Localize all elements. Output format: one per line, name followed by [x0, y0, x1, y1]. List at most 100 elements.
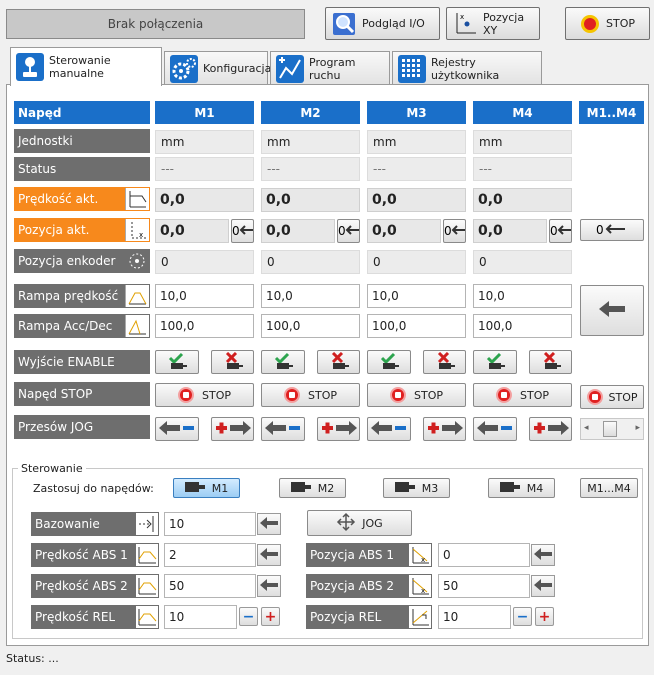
- tab-motion-program[interactable]: Program ruchu: [270, 51, 390, 85]
- rel-speed-input[interactable]: 10: [164, 605, 237, 629]
- zero-m1-button[interactable]: 0: [231, 219, 254, 243]
- jog-plus-m2-button[interactable]: [317, 417, 360, 441]
- xy-position-button[interactable]: x Pozycja XY: [446, 7, 540, 40]
- plus-icon: +: [264, 608, 277, 625]
- drive-select-m2[interactable]: M2: [279, 478, 346, 498]
- encoder-icon: [128, 252, 146, 273]
- apply-ramps-all-button[interactable]: [580, 285, 644, 336]
- rel-pos-plus-button[interactable]: +: [535, 607, 554, 626]
- jog-plus-icon: [532, 419, 570, 440]
- abs-pos2-apply-button[interactable]: [531, 575, 555, 597]
- abs-speed2-input[interactable]: 50: [164, 574, 256, 598]
- disable-x-icon: [328, 351, 350, 373]
- drive-select-m4[interactable]: M4: [488, 478, 555, 498]
- enable-m2-button[interactable]: [261, 350, 305, 374]
- abs-pos1-input[interactable]: 0: [438, 543, 530, 567]
- rel-pos-label: Pozycja REL: [306, 605, 432, 629]
- connection-status: Brak połączenia: [6, 9, 305, 39]
- drive-header: Napęd: [14, 101, 150, 124]
- abs-pos1-apply-button[interactable]: [531, 544, 555, 566]
- stop-m1-button[interactable]: STOP: [155, 383, 254, 407]
- stop-icon: [496, 387, 512, 403]
- disable-m2-button[interactable]: [317, 350, 360, 374]
- units-m3: mm: [367, 130, 466, 154]
- disable-m3-button[interactable]: [423, 350, 466, 374]
- ramp-speed-m4-input[interactable]: 10,0: [473, 284, 572, 308]
- ramp-speed-m2-input[interactable]: 10,0: [261, 284, 360, 308]
- column-header-m1: M1: [155, 101, 254, 124]
- zero-m2-button[interactable]: 0: [337, 219, 360, 243]
- slider-thumb[interactable]: [603, 421, 617, 437]
- stop-m2-button[interactable]: STOP: [261, 383, 360, 407]
- ramp-speed-label: Rampa prędkość: [14, 284, 150, 308]
- rel-speed-plus-button[interactable]: +: [261, 607, 280, 626]
- ramp-speed-m1-input[interactable]: 10,0: [155, 284, 254, 308]
- position-rel-icon: [409, 606, 431, 628]
- disable-m4-button[interactable]: [529, 350, 572, 374]
- stop-m3-button[interactable]: STOP: [367, 383, 466, 407]
- zero-all-button[interactable]: 0: [580, 219, 644, 241]
- status-m2: ---: [261, 157, 360, 181]
- stop-label: STOP: [308, 388, 337, 402]
- rel-speed-label: Prędkość REL: [31, 605, 159, 629]
- enable-m1-button[interactable]: [155, 350, 199, 374]
- homing-input[interactable]: 10: [164, 512, 256, 536]
- drive-select-all[interactable]: M1...M4: [580, 478, 638, 498]
- speed-actual-label: Prędkość akt.: [14, 187, 150, 211]
- ramp-speed-m3-input[interactable]: 10,0: [367, 284, 466, 308]
- abs-pos2-input[interactable]: 50: [438, 574, 530, 598]
- io-preview-button[interactable]: Podgląd I/O: [325, 7, 440, 40]
- zero-m4-button[interactable]: 0: [549, 219, 572, 243]
- rel-speed-label-text: Prędkość REL: [35, 610, 116, 624]
- stop-m4-button[interactable]: STOP: [473, 383, 572, 407]
- jog-all-slider[interactable]: ◂ ▸: [580, 418, 644, 440]
- jog-minus-m2-button[interactable]: [261, 417, 305, 441]
- drive-icon: [184, 481, 207, 496]
- homing-label: Bazowanie: [31, 512, 159, 536]
- ramp-speed-label-text: Rampa prędkość: [18, 289, 119, 303]
- disable-m1-button[interactable]: [211, 350, 254, 374]
- jog-label: Przesów JOG: [14, 415, 150, 439]
- svg-text:0: 0: [596, 223, 604, 236]
- abs-pos2-label-text: Pozycja ABS 2: [310, 579, 394, 593]
- stop-icon: [284, 387, 300, 403]
- jog-minus-m1-button[interactable]: [155, 417, 199, 441]
- tab-configuration[interactable]: Konfiguracja: [164, 51, 271, 85]
- ramp-acc-m3-input[interactable]: 100,0: [367, 314, 466, 338]
- jog-button-label: JOG: [362, 516, 383, 530]
- abs-speed1-apply-button[interactable]: [257, 544, 281, 566]
- abs-speed2-apply-button[interactable]: [257, 575, 281, 597]
- enable-m3-button[interactable]: [367, 350, 411, 374]
- jog-button[interactable]: JOG: [307, 510, 412, 536]
- jog-plus-m3-button[interactable]: [423, 417, 466, 441]
- jog-minus-m3-button[interactable]: [367, 417, 411, 441]
- speed-curve-icon: [136, 544, 158, 566]
- jog-plus-m1-button[interactable]: [211, 417, 254, 441]
- drive-select-m3[interactable]: M3: [383, 478, 450, 498]
- rel-pos-minus-button[interactable]: −: [513, 607, 532, 626]
- ramp-acc-m2-input[interactable]: 100,0: [261, 314, 360, 338]
- jog-minus-m4-button[interactable]: [473, 417, 517, 441]
- abs-speed2-label-text: Prędkość ABS 2: [35, 579, 128, 593]
- rel-speed-minus-button[interactable]: −: [239, 607, 258, 626]
- ramp-acc-m1-input[interactable]: 100,0: [155, 314, 254, 338]
- tab-user-registers[interactable]: Rejestry użytkownika: [392, 51, 542, 85]
- jog-minus-icon: [370, 419, 408, 440]
- homing-label-text: Bazowanie: [35, 517, 100, 531]
- drive-select-m1[interactable]: M1: [173, 478, 240, 498]
- tab-label: Rejestry użytkownika: [431, 55, 500, 82]
- encoder-m3: 0: [367, 250, 466, 274]
- speed-actual-m4: 0,0: [473, 188, 572, 212]
- global-stop-button[interactable]: STOP: [565, 7, 650, 40]
- units-m2: mm: [261, 130, 360, 154]
- rel-pos-input[interactable]: 10: [438, 605, 511, 629]
- homing-apply-button[interactable]: [257, 513, 281, 535]
- jog-plus-m4-button[interactable]: [529, 417, 572, 441]
- stop-all-button[interactable]: STOP: [580, 385, 644, 409]
- tab-manual-control[interactable]: Sterowanie manualne: [10, 47, 162, 86]
- abs-speed1-input[interactable]: 2: [164, 543, 256, 567]
- position-actual-m4: 0,0: [473, 219, 547, 243]
- zero-m3-button[interactable]: 0: [443, 219, 466, 243]
- ramp-acc-m4-input[interactable]: 100,0: [473, 314, 572, 338]
- enable-m4-button[interactable]: [473, 350, 517, 374]
